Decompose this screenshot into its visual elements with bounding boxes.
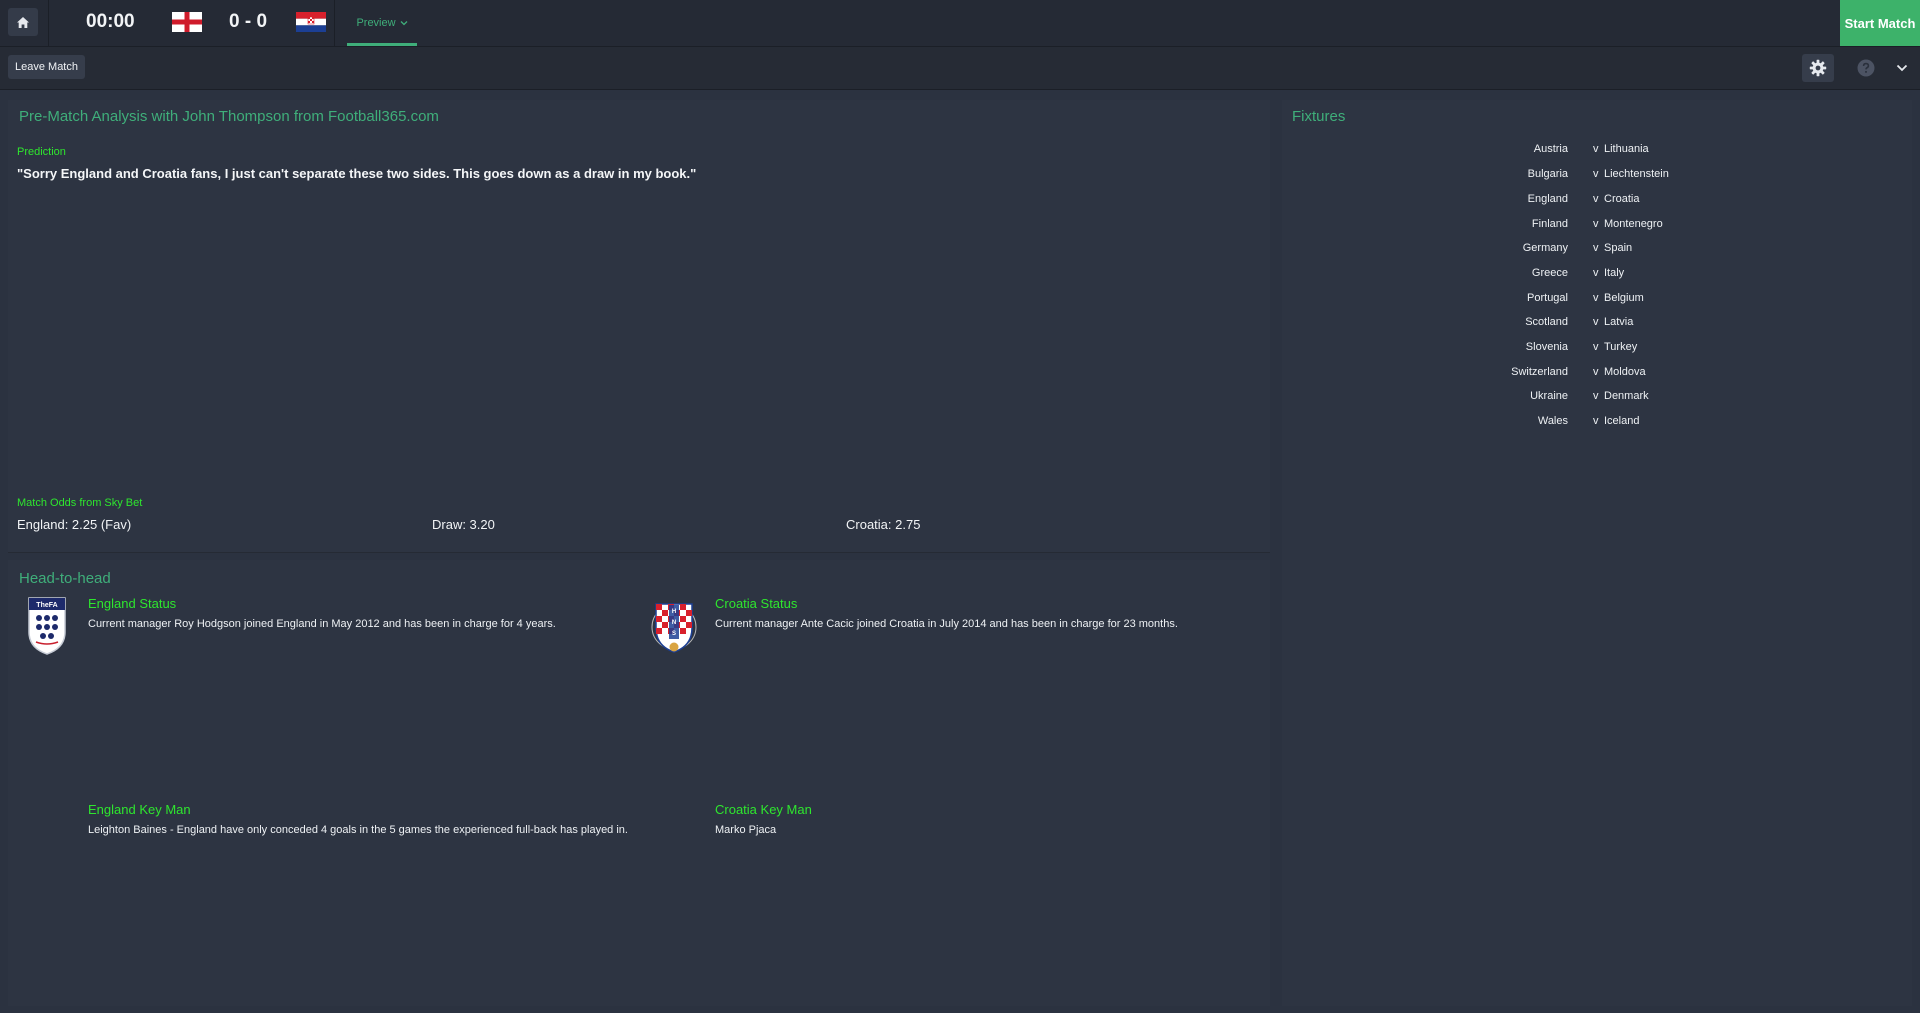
help-icon xyxy=(1857,59,1875,77)
crest-lettering: TheFA xyxy=(36,602,57,609)
home-button[interactable] xyxy=(8,8,38,36)
fixture-row[interactable]: Austria v Lithuania xyxy=(1282,143,1912,163)
fixture-away-team: Montenegro xyxy=(1604,218,1663,230)
fixture-separator: v xyxy=(1593,193,1599,205)
head-to-head-title: Head-to-head xyxy=(19,570,111,587)
odds-away: Croatia: 2.75 xyxy=(846,517,921,532)
fixture-row[interactable]: Wales v Iceland xyxy=(1282,415,1912,435)
fixture-away-team: Latvia xyxy=(1604,316,1634,328)
fixture-home-team: Portugal xyxy=(1527,292,1568,304)
crest-lettering: S xyxy=(672,631,676,637)
match-toolbar: Leave Match xyxy=(0,47,1920,90)
england-flag-icon xyxy=(172,12,202,32)
match-top-bar: 00:00 0 - 0 Preview Start Match xyxy=(0,0,1920,47)
fixture-home-team: Switzerland xyxy=(1511,366,1568,378)
fixture-away-team: Lithuania xyxy=(1604,143,1649,155)
fixture-separator: v xyxy=(1593,267,1599,279)
england-status-text: Current manager Roy Hodgson joined Engla… xyxy=(88,618,556,630)
fixture-away-team: Denmark xyxy=(1604,390,1649,402)
settings-button[interactable] xyxy=(1802,54,1834,82)
tab-preview-label: Preview xyxy=(356,17,396,29)
fixture-row[interactable]: Portugal v Belgium xyxy=(1282,292,1912,312)
england-key-man-title: England Key Man xyxy=(88,802,191,817)
analysis-title: Pre-Match Analysis with John Thompson fr… xyxy=(19,108,439,125)
fixture-home-team: Austria xyxy=(1533,143,1568,155)
odds-draw: Draw: 3.20 xyxy=(432,517,495,532)
more-options-button[interactable] xyxy=(1894,60,1910,76)
croatia-key-man-text: Marko Pjaca xyxy=(715,824,777,836)
fixture-away-team: Liechtenstein xyxy=(1604,168,1669,180)
fixture-row[interactable]: Slovenia v Turkey xyxy=(1282,341,1912,361)
fixture-home-team: Bulgaria xyxy=(1527,168,1568,180)
fixture-separator: v xyxy=(1593,242,1599,254)
match-clock: 00:00 xyxy=(86,11,135,32)
fixture-away-team: Belgium xyxy=(1604,292,1644,304)
fixture-separator: v xyxy=(1593,168,1599,180)
tab-active-indicator xyxy=(347,43,417,46)
chevron-down-icon xyxy=(400,21,408,26)
fixture-row[interactable]: Ukraine v Denmark xyxy=(1282,390,1912,410)
divider xyxy=(334,0,335,46)
match-score: 0 - 0 xyxy=(229,11,268,32)
england-key-man-text: Leighton Baines - England have only conc… xyxy=(88,824,628,836)
home-icon xyxy=(17,16,29,28)
fixture-home-team: England xyxy=(1527,193,1568,205)
fixture-away-team: Italy xyxy=(1604,267,1625,279)
england-crest-icon: TheFA xyxy=(28,597,66,655)
croatia-flag-icon xyxy=(296,12,326,32)
fixture-away-team: Moldova xyxy=(1604,366,1646,378)
fixture-home-team: Ukraine xyxy=(1530,390,1568,402)
fixture-separator: v xyxy=(1593,341,1599,353)
england-status-title: England Status xyxy=(88,596,177,611)
fixture-row[interactable]: Switzerland v Moldova xyxy=(1282,366,1912,386)
croatia-crest-icon: H N S xyxy=(651,603,697,653)
fixture-home-team: Germany xyxy=(1522,242,1568,254)
fixture-away-team: Iceland xyxy=(1604,415,1640,427)
fixture-home-team: Finland xyxy=(1531,218,1568,230)
crest-lettering: H xyxy=(672,609,676,615)
fixture-separator: v xyxy=(1593,415,1599,427)
fixture-separator: v xyxy=(1593,143,1599,155)
fixture-row[interactable]: England v Croatia xyxy=(1282,193,1912,213)
help-button[interactable] xyxy=(1856,58,1876,78)
crest-lettering: N xyxy=(672,620,676,626)
fixture-away-team: Spain xyxy=(1604,242,1633,254)
croatia-key-man-title: Croatia Key Man xyxy=(715,802,812,817)
fixture-row[interactable]: Greece v Italy xyxy=(1282,267,1912,287)
odds-home: England: 2.25 (Fav) xyxy=(17,517,132,532)
divider xyxy=(48,0,49,46)
leave-match-button[interactable]: Leave Match xyxy=(8,55,85,79)
odds-label: Match Odds from Sky Bet xyxy=(17,497,143,509)
fixture-separator: v xyxy=(1593,218,1599,230)
prediction-quote: "Sorry England and Croatia fans, I just … xyxy=(17,166,697,181)
fixture-row[interactable]: Scotland v Latvia xyxy=(1282,316,1912,336)
fixture-separator: v xyxy=(1593,292,1599,304)
gear-icon xyxy=(1809,59,1827,77)
fixture-row[interactable]: Germany v Spain xyxy=(1282,242,1912,262)
fixture-row[interactable]: Finland v Montenegro xyxy=(1282,218,1912,238)
fixture-home-team: Greece xyxy=(1531,267,1568,279)
fixture-separator: v xyxy=(1593,316,1599,328)
croatia-status-text: Current manager Ante Cacic joined Croati… xyxy=(715,618,1178,630)
fixture-home-team: Scotland xyxy=(1525,316,1568,328)
fixture-home-team: Slovenia xyxy=(1525,341,1568,353)
fixture-away-team: Croatia xyxy=(1604,193,1640,205)
fixture-away-team: Turkey xyxy=(1604,341,1638,353)
chevron-down-icon xyxy=(1896,64,1908,72)
fixture-home-team: Wales xyxy=(1537,415,1568,427)
prediction-label: Prediction xyxy=(17,146,66,158)
tab-preview[interactable]: Preview xyxy=(347,0,417,46)
fixture-separator: v xyxy=(1593,390,1599,402)
fixture-separator: v xyxy=(1593,366,1599,378)
fixture-row[interactable]: Bulgaria v Liechtenstein xyxy=(1282,168,1912,188)
croatia-status-title: Croatia Status xyxy=(715,596,798,611)
fixtures-title: Fixtures xyxy=(1292,108,1346,125)
start-match-button[interactable]: Start Match xyxy=(1840,0,1920,46)
